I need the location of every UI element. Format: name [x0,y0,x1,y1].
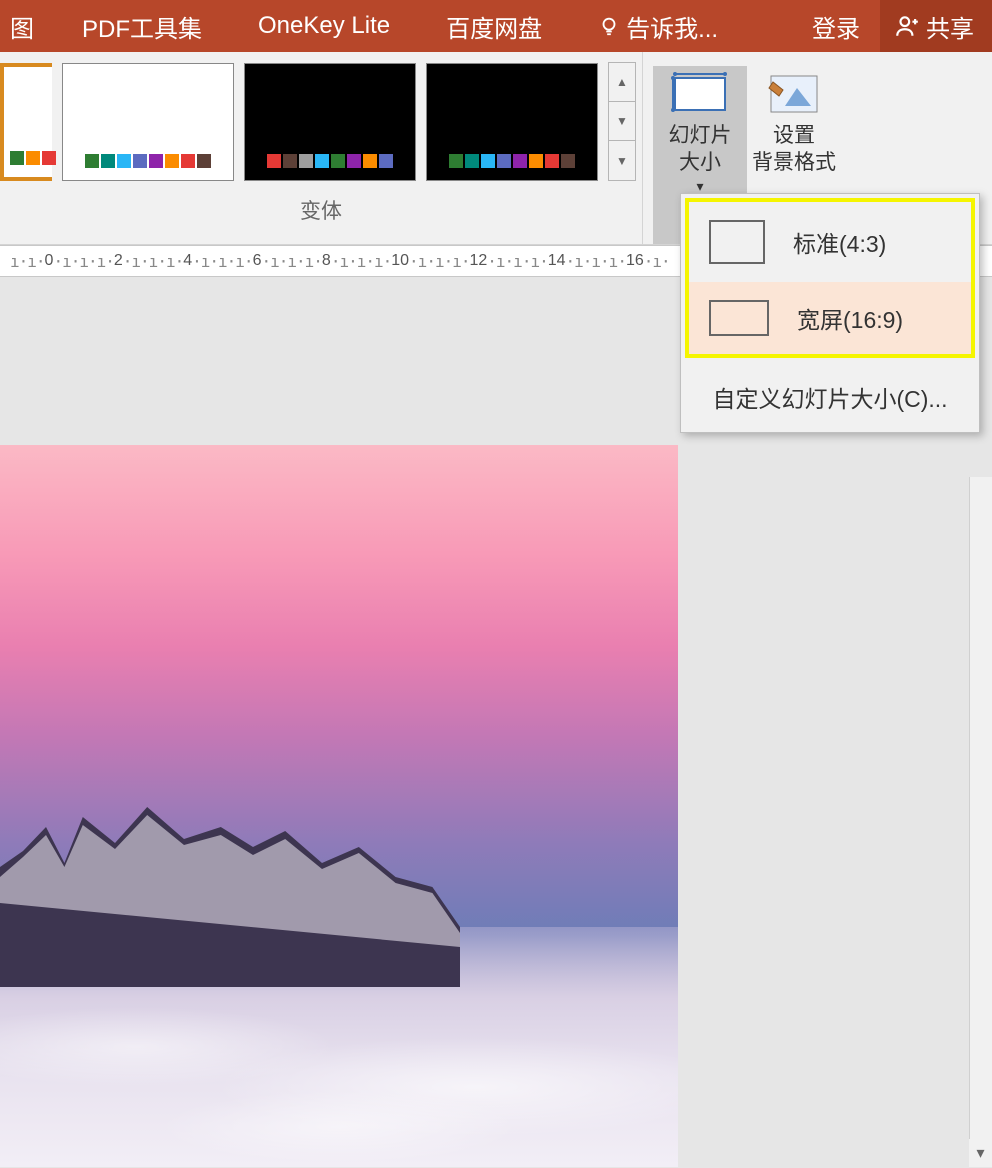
variant-thumb-1[interactable] [0,63,52,181]
share-button[interactable]: 共享 [880,0,992,52]
ratio-169-icon [709,300,769,336]
scroll-down-button[interactable]: ▾ [969,1139,992,1167]
tab-view[interactable]: 图 [0,0,54,52]
tell-me-search[interactable]: 告诉我... [570,0,746,52]
ribbon-tabs: 图 PDF工具集 OneKey Lite 百度网盘 告诉我... 登录 共享 [0,0,992,52]
menu-custom-size[interactable]: 自定义幻灯片大小(C)... [681,362,979,432]
gallery-scroll-up[interactable]: ▲ [609,63,635,102]
variants-label: 变体 [0,195,642,225]
ratio-43-icon [709,220,765,264]
variants-section: ▲ ▼ ▼ 变体 [0,52,643,244]
tab-onekey-lite[interactable]: OneKey Lite [230,0,418,52]
slide-size-icon [671,72,729,116]
highlighted-options: 标准(4:3) 宽屏(16:9) [685,198,975,358]
format-bg-icon [765,72,823,116]
tab-pdf-tools[interactable]: PDF工具集 [54,0,230,52]
lightbulb-icon [598,15,620,37]
format-bg-label: 设置 背景格式 [752,122,836,177]
variant-gallery: ▲ ▼ ▼ [0,52,642,181]
variant-thumb-4[interactable] [426,63,598,181]
widescreen-label: 宽屏(16:9) [797,301,903,335]
color-swatches [449,154,575,168]
cloud-texture [0,967,678,1167]
slide-image[interactable] [0,445,678,1167]
menu-widescreen-ratio[interactable]: 宽屏(16:9) [689,282,971,354]
slide-size-label: 幻灯片 大小 [669,122,732,177]
variant-thumb-3[interactable] [244,63,416,181]
login-button[interactable]: 登录 [792,9,880,44]
gallery-scroll: ▲ ▼ ▼ [608,62,636,181]
share-label: 共享 [926,9,974,44]
gallery-scroll-down[interactable]: ▼ [609,102,635,141]
slide-canvas-area [0,277,678,1167]
share-person-icon [894,13,920,39]
tell-me-label: 告诉我... [626,9,718,44]
color-swatches [267,154,393,168]
standard-label: 标准(4:3) [793,225,886,259]
variant-thumb-2[interactable] [62,63,234,181]
vertical-scrollbar[interactable] [969,477,992,1167]
slide-size-dropdown: 标准(4:3) 宽屏(16:9) 自定义幻灯片大小(C)... [680,193,980,433]
color-swatches [10,151,56,165]
gallery-scroll-more[interactable]: ▼ [609,141,635,180]
tab-baidu-disk[interactable]: 百度网盘 [418,0,570,52]
menu-standard-ratio[interactable]: 标准(4:3) [689,202,971,282]
color-swatches [85,154,211,168]
